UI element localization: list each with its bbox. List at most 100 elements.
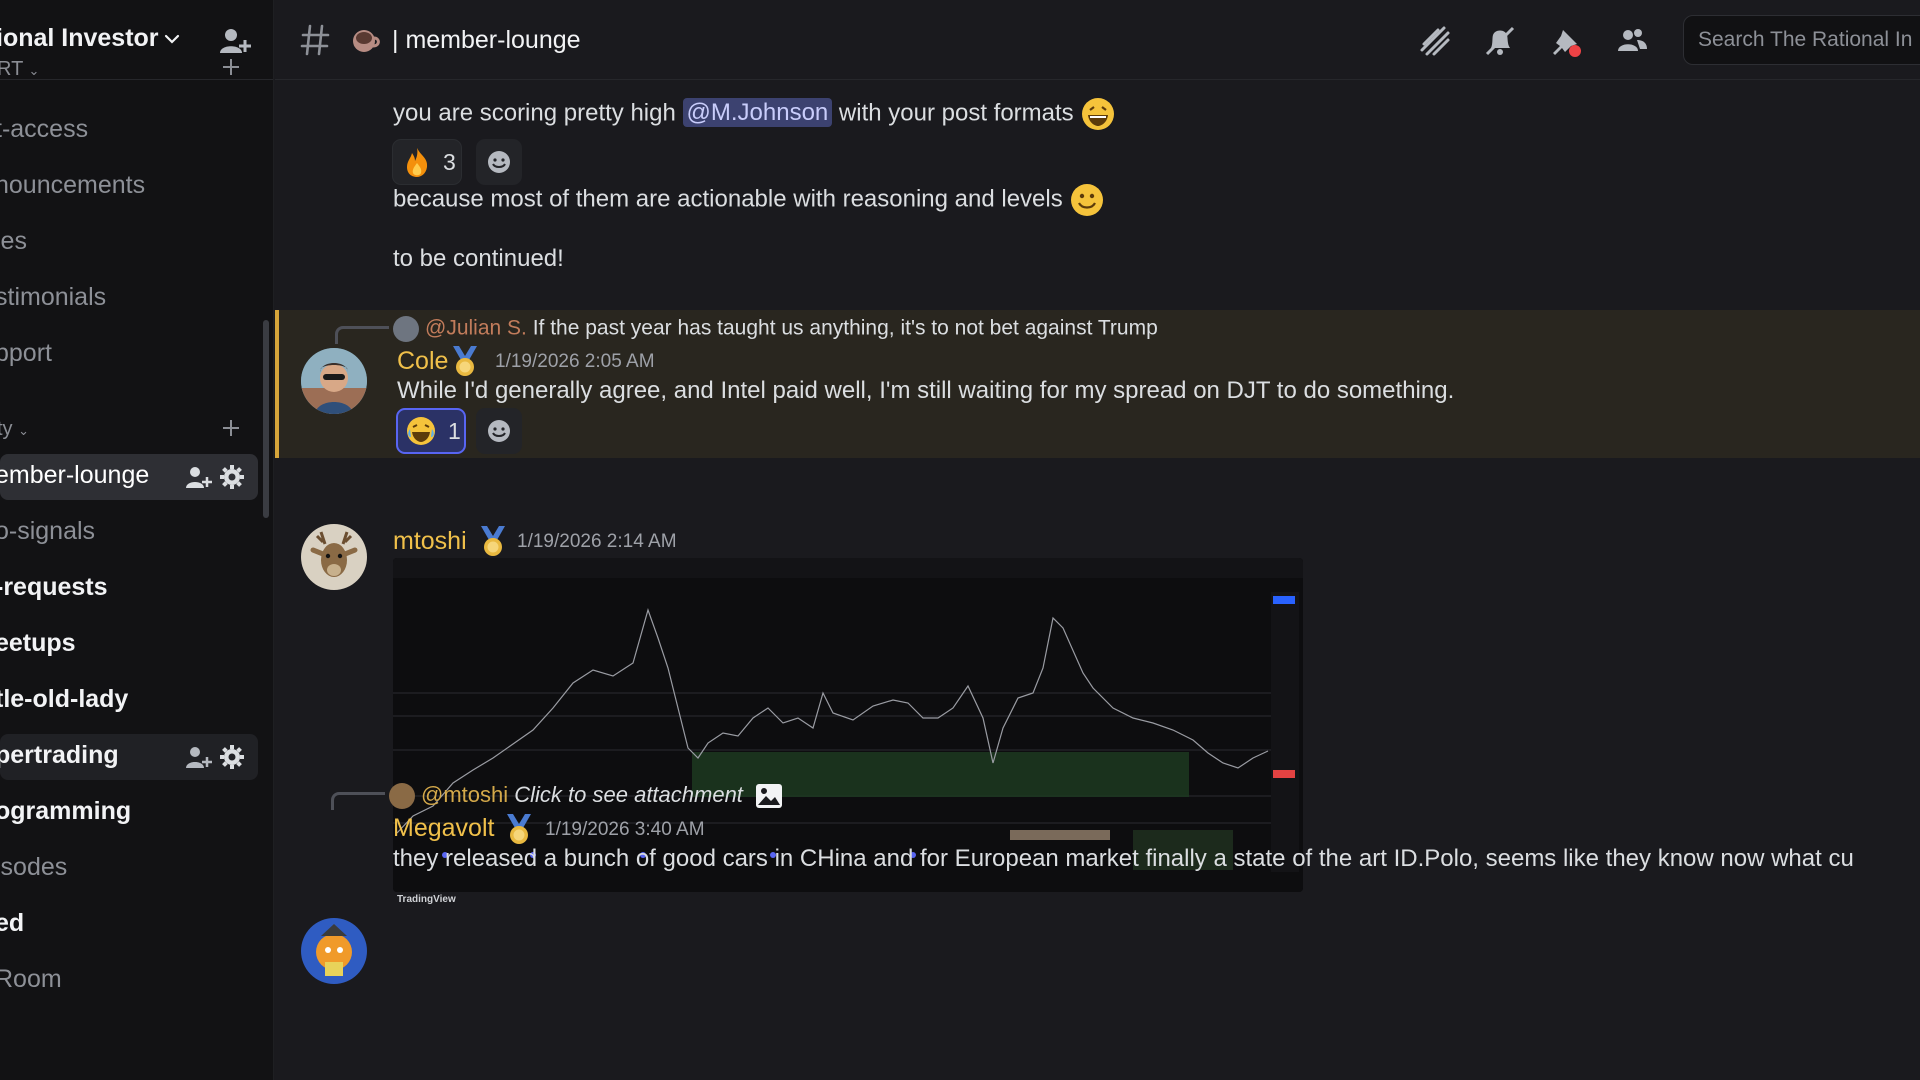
sidebar-item-channel[interactable]: tle-old-lady (0, 678, 258, 724)
channel-label: o-signals (0, 517, 96, 545)
add-emoji-icon (488, 151, 510, 173)
text-segment: with your post formats (832, 99, 1074, 127)
avatar[interactable] (301, 918, 367, 984)
medal-badge-icon (507, 814, 531, 844)
sidebar-item-channel[interactable]: o-signals (0, 510, 258, 556)
grinning-emoji-icon (1082, 98, 1115, 130)
notification-muted-icon[interactable] (1483, 24, 1517, 58)
message-timestamp: 1/19/2026 2:14 AM (517, 531, 677, 552)
reply-preview[interactable]: @Julian S. If the past year has taught u… (393, 316, 1158, 342)
sidebar-item-channel[interactable]: ogramming (0, 790, 258, 836)
sidebar-item-channel[interactable]: Room (0, 958, 258, 1004)
sidebar-item-channel[interactable]: pport (0, 332, 258, 378)
add-channel-icon[interactable] (220, 56, 242, 78)
reaction-fire[interactable]: 3 (392, 139, 462, 185)
message-text: While I'd generally agree, and Intel pai… (397, 377, 1455, 404)
gear-icon[interactable] (218, 464, 246, 490)
tradingview-watermark: TradingView (397, 894, 456, 905)
channel-label: -requests (0, 573, 108, 601)
channel-header: | member-lounge (275, 0, 1920, 80)
channel-label: pport (0, 339, 52, 367)
highlighted-message: @Julian S. If the past year has taught u… (275, 310, 1920, 458)
message-list: you are scoring pretty high @M.Johnson w… (275, 81, 1920, 1080)
sidebar-item-channel[interactable]: -requests (0, 566, 258, 612)
add-reaction-button[interactable] (476, 139, 522, 185)
channel-label: stimonials (0, 283, 107, 311)
reply-username[interactable]: @mtoshi (421, 782, 508, 807)
sidebar-item-channel[interactable]: t-access (0, 108, 258, 154)
smile-emoji-icon (1071, 184, 1104, 216)
category-header[interactable]: ty ⌄ (0, 418, 29, 441)
channel-label: eetups (0, 629, 76, 657)
sidebar-item-channel[interactable]: isodes (0, 846, 258, 892)
avatar[interactable] (301, 348, 367, 414)
reply-username[interactable]: @Julian S. (425, 317, 527, 340)
reaction-joy[interactable]: 1 (396, 408, 466, 454)
user-mention[interactable]: @M.Johnson (682, 98, 833, 128)
medal-badge-icon (481, 526, 505, 556)
invite-member-icon[interactable] (184, 744, 212, 770)
reply-text[interactable]: Click to see attachment (514, 782, 743, 807)
avatar-cole-icon (301, 348, 367, 414)
invite-member-icon[interactable] (184, 464, 212, 490)
message-text: they released a bunch of good cars in CH… (393, 845, 1854, 872)
sidebar-item-channel[interactable]: eetups (0, 622, 258, 668)
threads-icon[interactable] (1418, 24, 1452, 58)
search-box[interactable] (1683, 15, 1920, 65)
search-input[interactable] (1684, 16, 1920, 64)
reply-connector (335, 326, 389, 344)
avatar (389, 783, 415, 810)
sidebar-scrollbar[interactable] (263, 320, 269, 518)
channel-label: ember-lounge (0, 461, 150, 489)
avatar-deer-icon (301, 524, 367, 590)
avatar-megavolt-icon (301, 918, 367, 984)
server-name[interactable]: ional Investor (0, 24, 159, 53)
channel-label: t-access (0, 115, 89, 143)
hash-icon (300, 24, 330, 56)
channel-label: nouncements (0, 171, 146, 199)
chevron-down-icon: ⌄ (28, 63, 40, 78)
channel-title: | member-lounge (392, 26, 581, 54)
username[interactable]: Cole (397, 347, 448, 376)
add-reaction-button[interactable] (476, 408, 522, 454)
sidebar-item-channel[interactable]: ed (0, 902, 258, 948)
reaction-count: 1 (448, 418, 461, 444)
member-list-icon[interactable] (1615, 24, 1649, 58)
username[interactable]: mtoshi (393, 527, 467, 556)
joy-emoji-icon (407, 417, 435, 445)
chevron-down-icon[interactable] (163, 30, 181, 48)
sidebar-item-channel[interactable]: les (0, 220, 258, 266)
coffee-cup-icon (353, 30, 380, 52)
image-attachment-icon (756, 784, 783, 809)
reply-text: If the past year has taught us anything,… (532, 316, 1158, 340)
reply-preview[interactable]: @mtoshi Click to see attachment (389, 782, 783, 810)
username[interactable]: Megavolt (393, 814, 494, 843)
text-segment: because most of them are actionable with… (393, 185, 1063, 213)
channel-label: Room (0, 965, 62, 993)
medal-badge-icon (453, 346, 477, 376)
category-header[interactable]: RT ⌄ (0, 58, 39, 81)
message-timestamp: 1/19/2026 3:40 AM (545, 819, 705, 840)
sidebar-item-channel[interactable]: stimonials (0, 276, 258, 322)
message-text: to be continued! (393, 245, 564, 272)
sidebar-item-papertrading[interactable]: pertrading (0, 734, 258, 780)
channel-label: les (0, 227, 27, 255)
channel-sidebar: ional Investor RT ⌄ t-access nouncements… (0, 0, 274, 1080)
channel-label: ed (0, 909, 25, 937)
gear-icon[interactable] (218, 744, 246, 770)
sidebar-item-member-lounge[interactable]: ember-lounge (0, 454, 258, 500)
add-emoji-icon (488, 420, 510, 442)
message-text: because most of them are actionable with… (393, 182, 1105, 218)
message-text: you are scoring pretty high @M.Johnson w… (393, 96, 1116, 132)
invite-member-icon[interactable] (218, 26, 252, 56)
avatar[interactable] (301, 524, 367, 590)
channel-label: tle-old-lady (0, 685, 129, 713)
channel-label: ogramming (0, 797, 132, 825)
category-label: ty (0, 418, 13, 440)
channel-label: isodes (0, 853, 68, 881)
pin-icon[interactable] (1549, 24, 1583, 58)
add-channel-icon[interactable] (220, 417, 242, 439)
category-label: RT (0, 58, 23, 80)
avatar (393, 316, 419, 342)
sidebar-item-channel[interactable]: nouncements (0, 164, 258, 210)
